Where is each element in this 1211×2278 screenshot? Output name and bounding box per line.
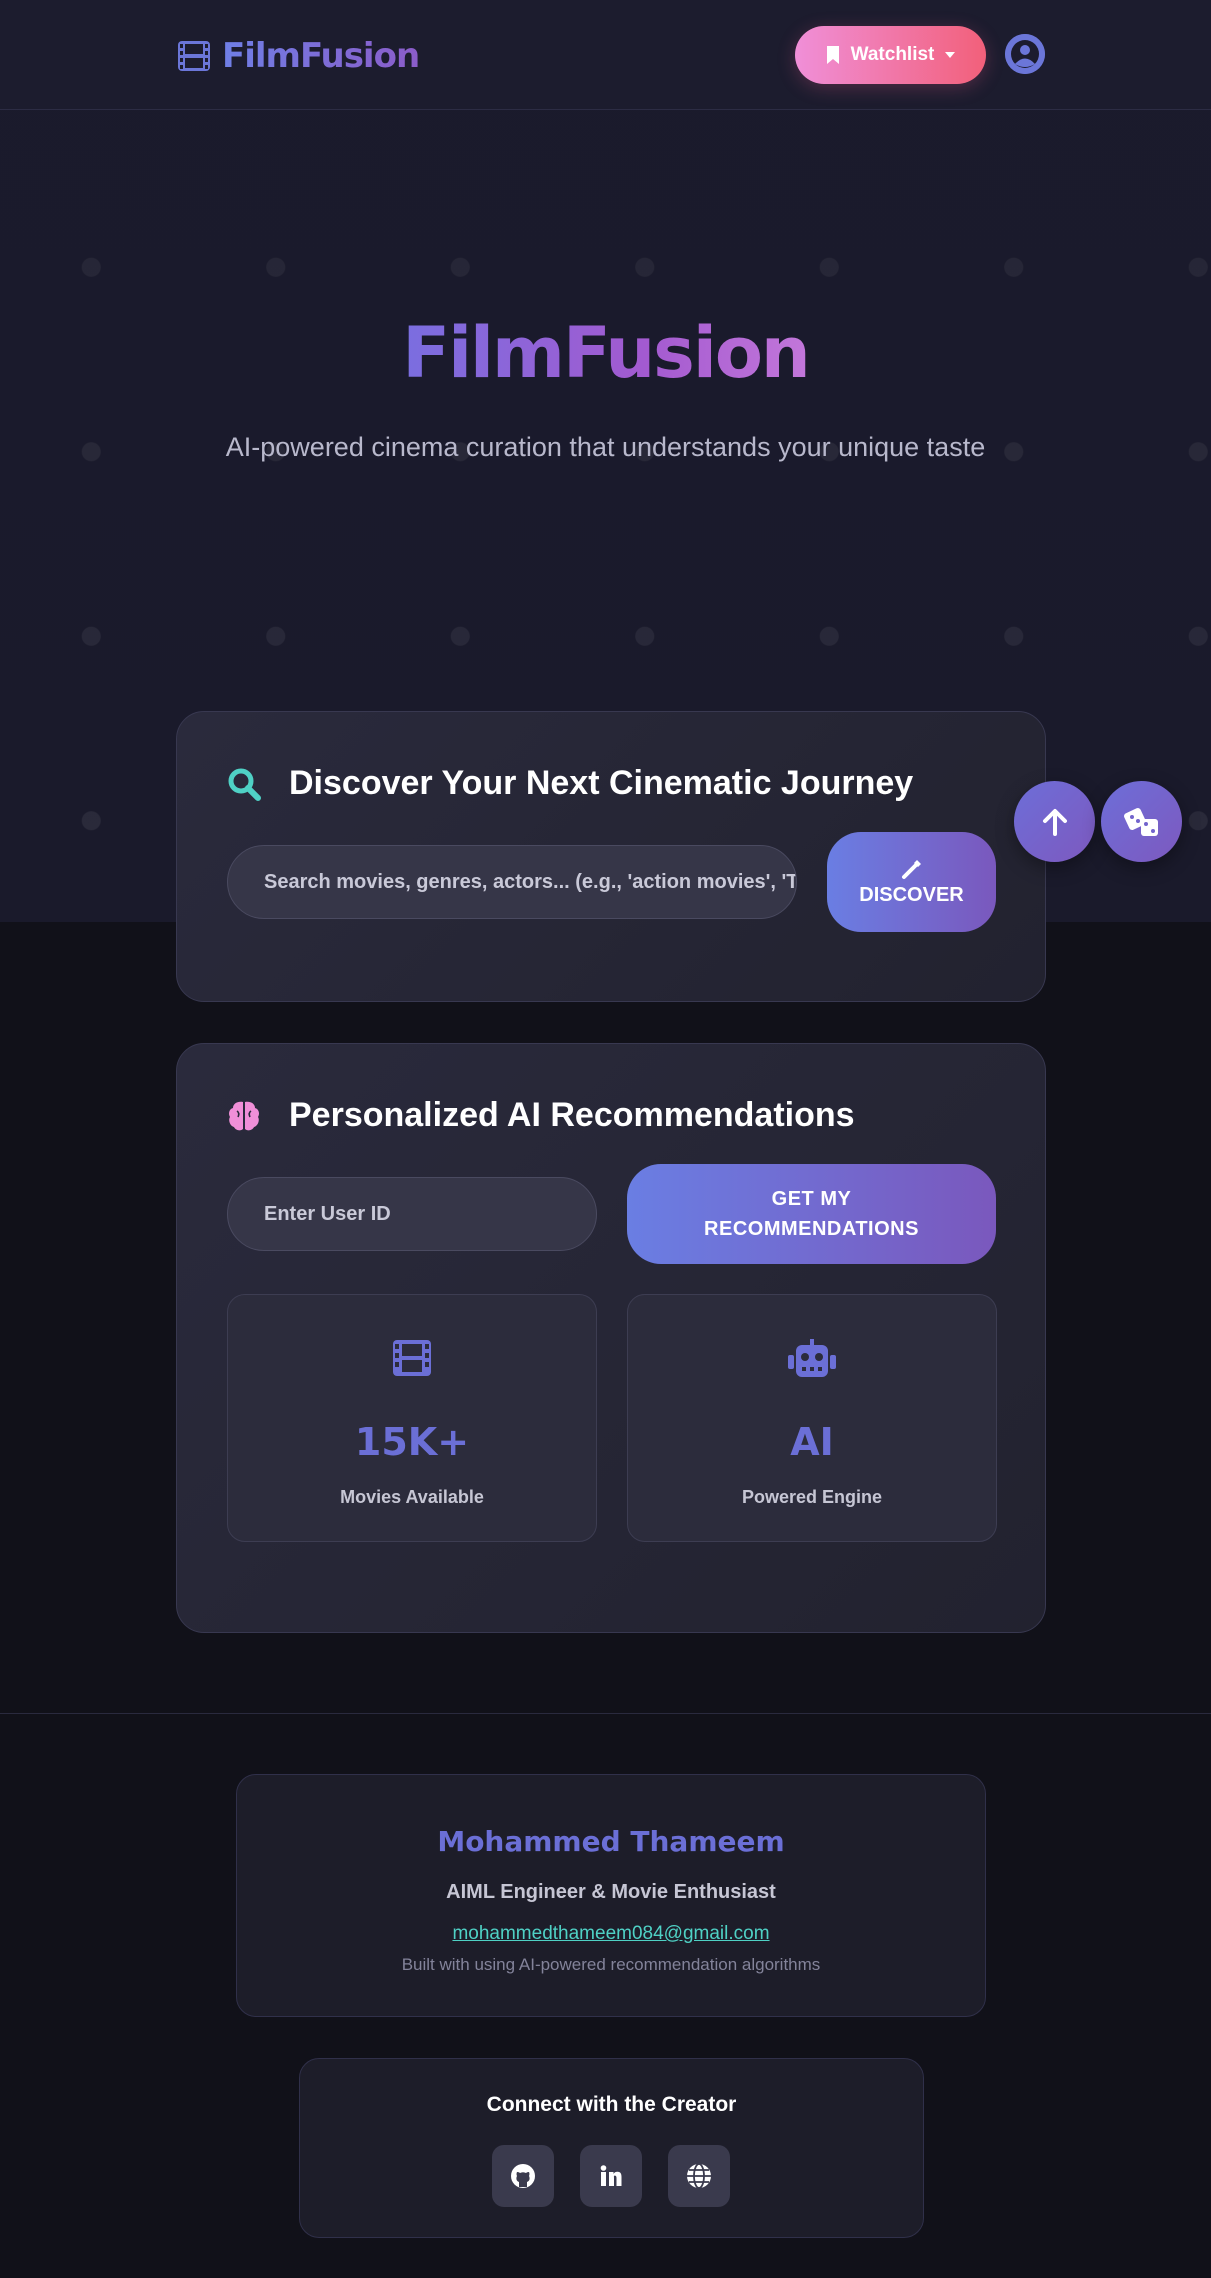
stat-card-movies: 15K+ Movies Available [227, 1294, 597, 1542]
search-input[interactable]: Search movies, genres, actors... (e.g., … [227, 845, 797, 919]
connect-title: Connect with the Creator [486, 2093, 737, 2116]
user-id-placeholder: Enter User ID [264, 1202, 391, 1225]
navbar: FilmFusion Watchlist [0, 0, 1211, 110]
film-icon [393, 1340, 431, 1376]
bookmark-icon [826, 46, 839, 64]
film-icon [178, 41, 210, 71]
scroll-top-button[interactable] [1014, 781, 1095, 862]
linkedin-link[interactable] [580, 2145, 642, 2207]
get-recommendations-label-line1: GET MY [771, 1188, 852, 1210]
stat-label: Powered Engine [741, 1487, 883, 1507]
get-recommendations-button[interactable]: GET MY RECOMMENDATIONS [627, 1164, 996, 1264]
brand-logo[interactable]: FilmFusion [176, 34, 420, 78]
linkedin-icon [600, 2165, 622, 2186]
stat-card-engine: AI Powered Engine [627, 1294, 997, 1542]
discover-button[interactable]: DISCOVER [827, 832, 996, 932]
creator-name: Mohammed Thameem [437, 1825, 785, 1858]
creator-role: AIML Engineer & Movie Enthusiast [446, 1881, 776, 1903]
stat-label: Movies Available [340, 1487, 484, 1507]
stat-value: 15K+ [354, 1420, 470, 1464]
discover-title: Discover Your Next Cinematic Journey [289, 764, 914, 802]
search-placeholder: Search movies, genres, actors... (e.g., … [264, 870, 797, 893]
user-id-input[interactable]: Enter User ID [227, 1177, 597, 1251]
creator-note: Built with using AI-powered recommendati… [401, 1955, 821, 1974]
user-profile-button[interactable] [1005, 34, 1045, 74]
recommendations-card: Personalized AI Recommendations Enter Us… [176, 1043, 1046, 1633]
brain-icon [229, 1101, 259, 1130]
watchlist-button[interactable]: Watchlist [795, 26, 986, 84]
website-link[interactable] [668, 2145, 730, 2207]
get-recommendations-label-line2: RECOMMENDATIONS [704, 1218, 919, 1240]
discover-label: DISCOVER [859, 883, 964, 906]
user-circle-icon [1005, 34, 1045, 74]
magic-wand-icon [901, 859, 921, 879]
github-link[interactable] [492, 2145, 554, 2207]
creator-card: Mohammed Thameem AIML Engineer & Movie E… [236, 1774, 986, 2017]
caret-down-icon [945, 52, 956, 58]
recommendations-title: Personalized AI Recommendations [289, 1096, 855, 1134]
stat-value: AI [790, 1420, 834, 1464]
discover-card: Discover Your Next Cinematic Journey Sea… [176, 711, 1046, 1002]
random-movie-button[interactable] [1101, 781, 1182, 862]
brand-name: FilmFusion [222, 36, 420, 76]
hero-title: FilmFusion [402, 312, 810, 394]
robot-icon [788, 1339, 836, 1377]
search-icon [228, 768, 261, 801]
footer-divider [0, 1713, 1211, 1714]
creator-email-link[interactable]: mohammedthameem084@gmail.com [237, 1923, 985, 1945]
watchlist-label: Watchlist [850, 44, 935, 65]
globe-icon [687, 2163, 711, 2189]
github-icon [511, 2164, 535, 2188]
discover-header: Discover Your Next Cinematic Journey [227, 764, 913, 803]
arrow-up-icon [1042, 808, 1067, 836]
dice-icon [1123, 807, 1158, 836]
connect-card: Connect with the Creator [299, 2058, 924, 2238]
hero-subtitle: AI-powered cinema curation that understa… [225, 432, 986, 462]
recommendations-header: Personalized AI Recommendations [227, 1096, 855, 1135]
